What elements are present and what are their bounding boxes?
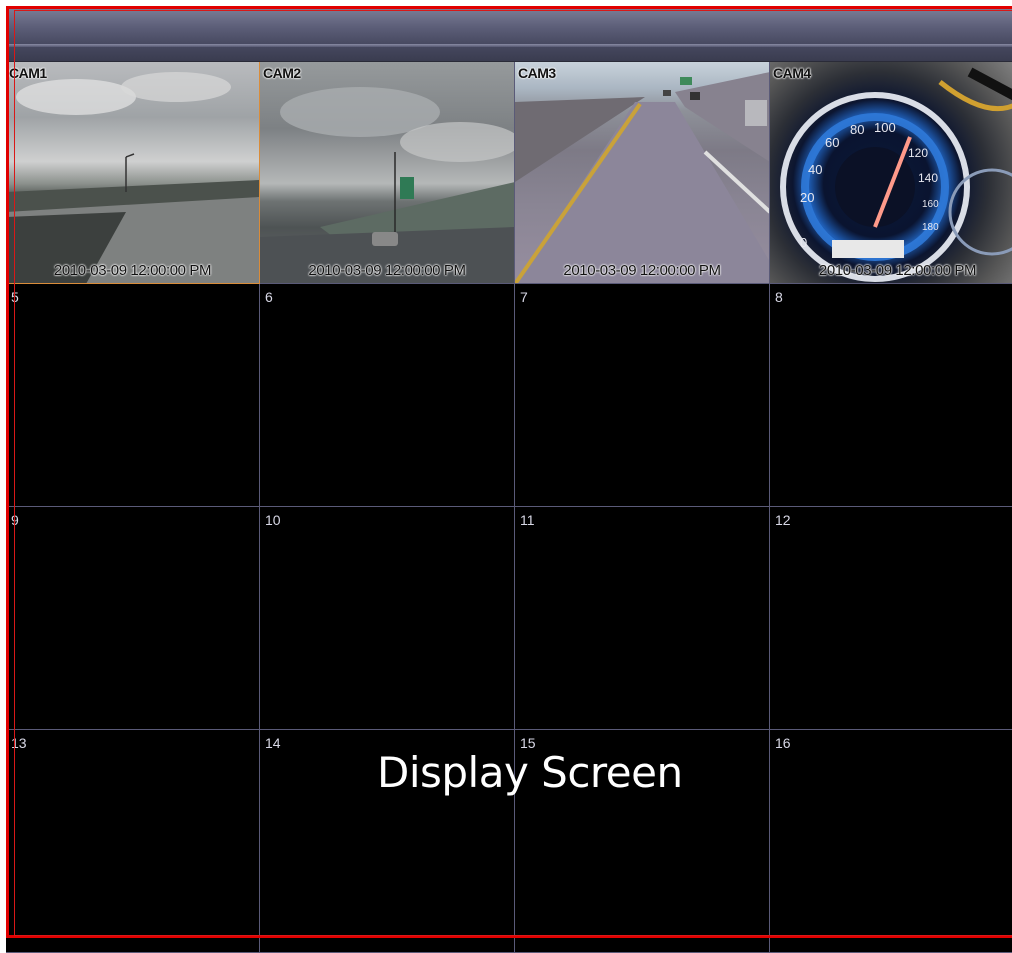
window-titlebar[interactable]	[9, 9, 1012, 62]
camera-label: CAM1	[9, 65, 47, 81]
channel-number: 16	[775, 735, 791, 751]
channel-tile-10[interactable]: 10	[260, 507, 515, 730]
channel-number: 11	[520, 512, 535, 528]
channel-number: 5	[11, 289, 19, 305]
camera-timestamp: 2010-03-09 12:00:00 PM	[53, 262, 212, 279]
channel-number: 6	[265, 289, 273, 305]
svg-text:140: 140	[918, 171, 938, 185]
camera-feed-image	[6, 62, 259, 283]
channel-number: 7	[520, 289, 528, 305]
channel-number: 13	[11, 735, 27, 751]
svg-text:20: 20	[800, 190, 814, 205]
channel-tile-5[interactable]: 5	[6, 284, 260, 507]
svg-text:160: 160	[922, 199, 939, 210]
svg-text:180: 180	[922, 222, 939, 233]
channel-tile-11[interactable]: 11	[515, 507, 770, 730]
channel-tile-16[interactable]: 16	[770, 730, 1012, 953]
channel-number: 12	[775, 512, 791, 528]
camera-tile-3[interactable]: CAM3 2010-03-09 12:00:00 PM	[515, 62, 770, 284]
channel-tile-12[interactable]: 12	[770, 507, 1012, 730]
channel-tile-8[interactable]: 8	[770, 284, 1012, 507]
svg-text:40: 40	[808, 162, 822, 177]
camera-feed-image	[260, 62, 514, 283]
channel-number: 10	[265, 512, 281, 528]
channel-tile-7[interactable]: 7	[515, 284, 770, 507]
channel-tile-13[interactable]: 13	[6, 730, 260, 953]
svg-text:120: 120	[908, 146, 928, 160]
display-screen-annotation: Display Screen	[377, 748, 683, 797]
titlebar-divider	[9, 44, 1012, 47]
channel-tile-6[interactable]: 6	[260, 284, 515, 507]
channel-tile-9[interactable]: 9	[6, 507, 260, 730]
channel-number: 14	[265, 735, 281, 751]
camera-timestamp: 2010-03-09 12:00:00 PM	[563, 262, 721, 279]
camera-label: CAM2	[263, 65, 301, 81]
channel-number: 8	[775, 289, 783, 305]
camera-label: CAM4	[773, 65, 811, 81]
camera-tile-4[interactable]: 60 80 100 40 20 0 120 140 160 180 CAM4 2…	[770, 62, 1012, 284]
camera-tile-1[interactable]: CAM1 2010-03-09 12:00:00 PM	[6, 62, 260, 284]
camera-label: CAM3	[518, 65, 556, 81]
svg-text:80: 80	[850, 122, 864, 137]
camera-timestamp: 2010-03-09 12:00:00 PM	[308, 262, 466, 279]
camera-feed-image: 60 80 100 40 20 0 120 140 160 180	[770, 62, 1012, 283]
svg-text:0: 0	[800, 235, 807, 250]
camera-timestamp: 2010-03-09 12:00:00 PM	[818, 262, 977, 279]
channel-number: 9	[11, 512, 19, 528]
camera-grid: CAM1 2010-03-09 12:00:00 PM CAM2 2010-03…	[6, 62, 1012, 953]
camera-tile-2[interactable]: CAM2 2010-03-09 12:00:00 PM	[260, 62, 515, 284]
svg-text:60: 60	[825, 135, 839, 150]
camera-feed-image	[515, 62, 769, 283]
svg-text:100: 100	[874, 120, 896, 135]
